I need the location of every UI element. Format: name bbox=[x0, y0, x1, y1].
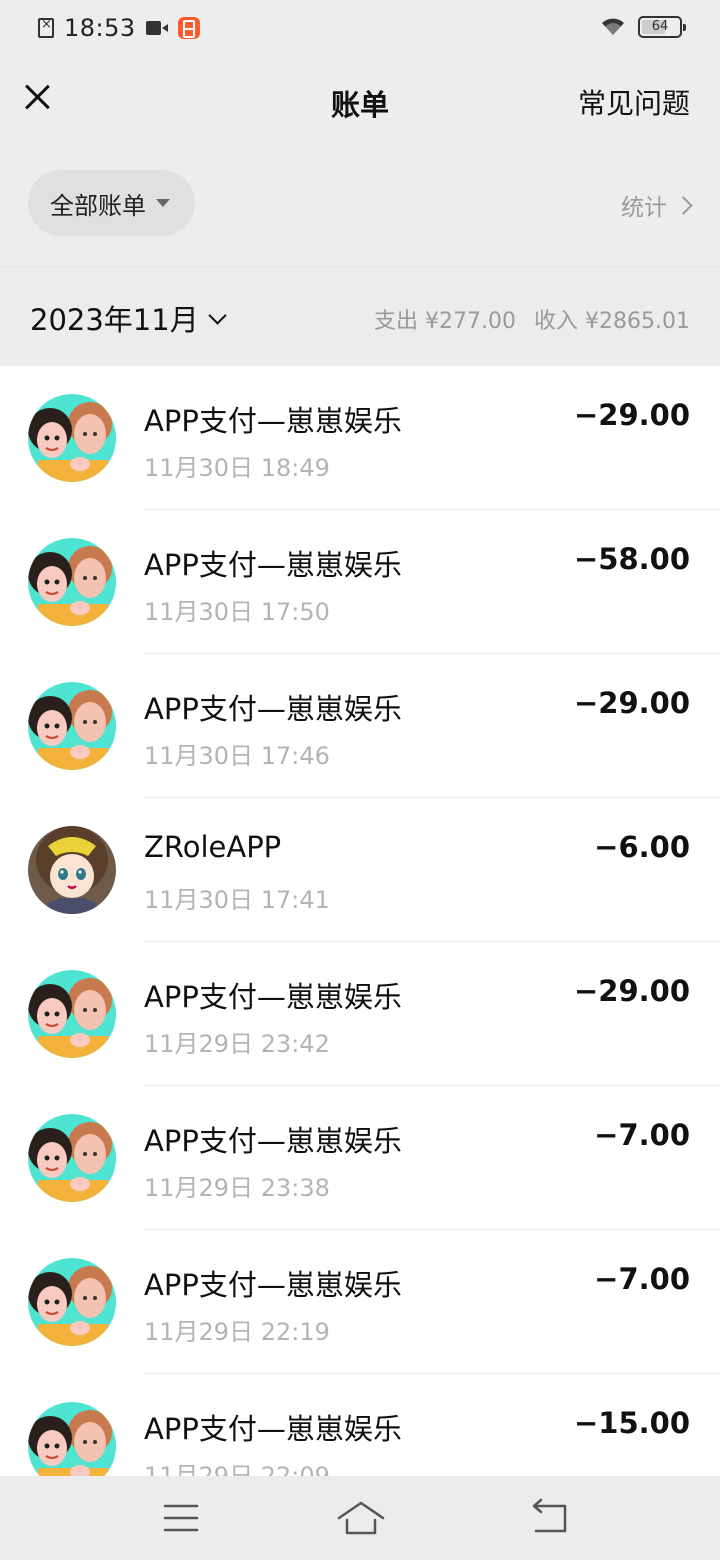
couple-avatar bbox=[28, 682, 116, 770]
transaction-amount: −7.00 bbox=[594, 1262, 690, 1296]
couple-avatar bbox=[28, 1114, 116, 1202]
expense-total: 支出 ¥277.00 bbox=[374, 309, 517, 334]
transaction-row[interactable]: APP支付—崽崽娱乐 11月30日 17:46 −29.00 bbox=[0, 654, 720, 798]
transaction-amount: −29.00 bbox=[573, 974, 690, 1008]
back-icon[interactable] bbox=[524, 1498, 574, 1538]
transaction-title: APP支付—崽崽娱乐 bbox=[144, 548, 402, 582]
transaction-title: APP支付—崽崽娱乐 bbox=[144, 1124, 402, 1158]
faq-link[interactable]: 常见问题 bbox=[578, 82, 690, 122]
transaction-list: APP支付—崽崽娱乐 11月30日 18:49 −29.00 APP支付—崽崽娱… bbox=[0, 366, 720, 1476]
transaction-row[interactable]: APP支付—崽崽娱乐 11月30日 17:50 −58.00 bbox=[0, 510, 720, 654]
month-selector[interactable]: 2023年11月 bbox=[30, 297, 227, 339]
transaction-time: 11月30日 17:46 bbox=[144, 742, 330, 770]
transaction-row[interactable]: APP支付—崽崽娱乐 11月30日 18:49 −29.00 bbox=[0, 366, 720, 510]
couple-avatar bbox=[28, 1258, 116, 1346]
status-time: 18:53 bbox=[64, 14, 136, 42]
transaction-time: 11月29日 23:42 bbox=[144, 1030, 330, 1058]
status-bar: 18:53 64 bbox=[0, 0, 720, 56]
filter-label: 全部账单 bbox=[50, 191, 146, 220]
caret-down-icon bbox=[156, 199, 170, 207]
transaction-row[interactable]: APP支付—崽崽娱乐 11月29日 22:19 −7.00 bbox=[0, 1230, 720, 1374]
bill-screen: 18:53 64 账单 常见问题 全部账单 统计 bbox=[0, 0, 720, 1560]
couple-avatar bbox=[28, 394, 116, 482]
transaction-title: APP支付—崽崽娱乐 bbox=[144, 980, 402, 1014]
battery-level: 64 bbox=[651, 19, 669, 34]
transaction-amount: −29.00 bbox=[573, 686, 690, 720]
chevron-right-icon bbox=[674, 195, 693, 215]
transaction-title: APP支付—崽崽娱乐 bbox=[144, 692, 402, 726]
transaction-time: 11月30日 17:50 bbox=[144, 598, 330, 626]
filter-row: 全部账单 统计 bbox=[0, 170, 720, 240]
chevron-down-icon bbox=[208, 305, 227, 325]
sim-off-icon bbox=[38, 17, 54, 38]
transaction-title: ZRoleAPP bbox=[144, 830, 282, 864]
transaction-time: 11月30日 18:49 bbox=[144, 454, 330, 482]
transaction-row[interactable]: APP支付—崽崽娱乐 11月29日 23:42 −29.00 bbox=[0, 942, 720, 1086]
stats-label: 统计 bbox=[621, 195, 667, 221]
transaction-row[interactable]: APP支付—崽崽娱乐 11月29日 23:38 −7.00 bbox=[0, 1086, 720, 1230]
couple-avatar bbox=[28, 1402, 116, 1476]
transaction-amount: −6.00 bbox=[594, 830, 690, 864]
transaction-amount: −29.00 bbox=[573, 398, 690, 432]
video-camera-icon bbox=[145, 21, 168, 35]
month-header: 2023年11月 支出 ¥277.00 收入 ¥2865.01 bbox=[0, 266, 720, 366]
system-nav-bar bbox=[0, 1476, 720, 1560]
nav-bar: 账单 常见问题 bbox=[0, 60, 720, 140]
bill-type-filter[interactable]: 全部账单 bbox=[28, 170, 195, 236]
couple-avatar bbox=[28, 538, 116, 626]
transaction-amount: −7.00 bbox=[594, 1118, 690, 1152]
transaction-time: 11月29日 22:09 bbox=[144, 1462, 330, 1476]
transaction-amount: −58.00 bbox=[573, 542, 690, 576]
transaction-title: APP支付—崽崽娱乐 bbox=[144, 1412, 402, 1446]
home-icon[interactable] bbox=[336, 1498, 386, 1538]
month-label: 2023年11月 bbox=[30, 303, 199, 337]
transaction-title: APP支付—崽崽娱乐 bbox=[144, 1268, 402, 1302]
battery-icon: 64 bbox=[638, 16, 686, 38]
transaction-row[interactable]: ZRoleAPP 11月30日 17:41 −6.00 bbox=[0, 798, 720, 942]
month-summary: 支出 ¥277.00 收入 ¥2865.01 bbox=[374, 303, 690, 335]
transaction-time: 11月29日 22:19 bbox=[144, 1318, 330, 1346]
transaction-amount: −15.00 bbox=[573, 1406, 690, 1440]
income-total: 收入 ¥2865.01 bbox=[534, 309, 690, 334]
transaction-time: 11月29日 23:38 bbox=[144, 1174, 330, 1202]
menu-icon[interactable] bbox=[156, 1498, 206, 1538]
app-notification-icon bbox=[177, 17, 200, 39]
couple-avatar bbox=[28, 970, 116, 1058]
transaction-row[interactable]: APP支付—崽崽娱乐 11月29日 22:09 −15.00 bbox=[0, 1374, 720, 1476]
wifi-icon bbox=[602, 18, 624, 35]
transaction-time: 11月30日 17:41 bbox=[144, 886, 330, 914]
transaction-title: APP支付—崽崽娱乐 bbox=[144, 404, 402, 438]
anime-avatar bbox=[28, 826, 116, 914]
stats-link[interactable]: 统计 bbox=[621, 188, 693, 222]
